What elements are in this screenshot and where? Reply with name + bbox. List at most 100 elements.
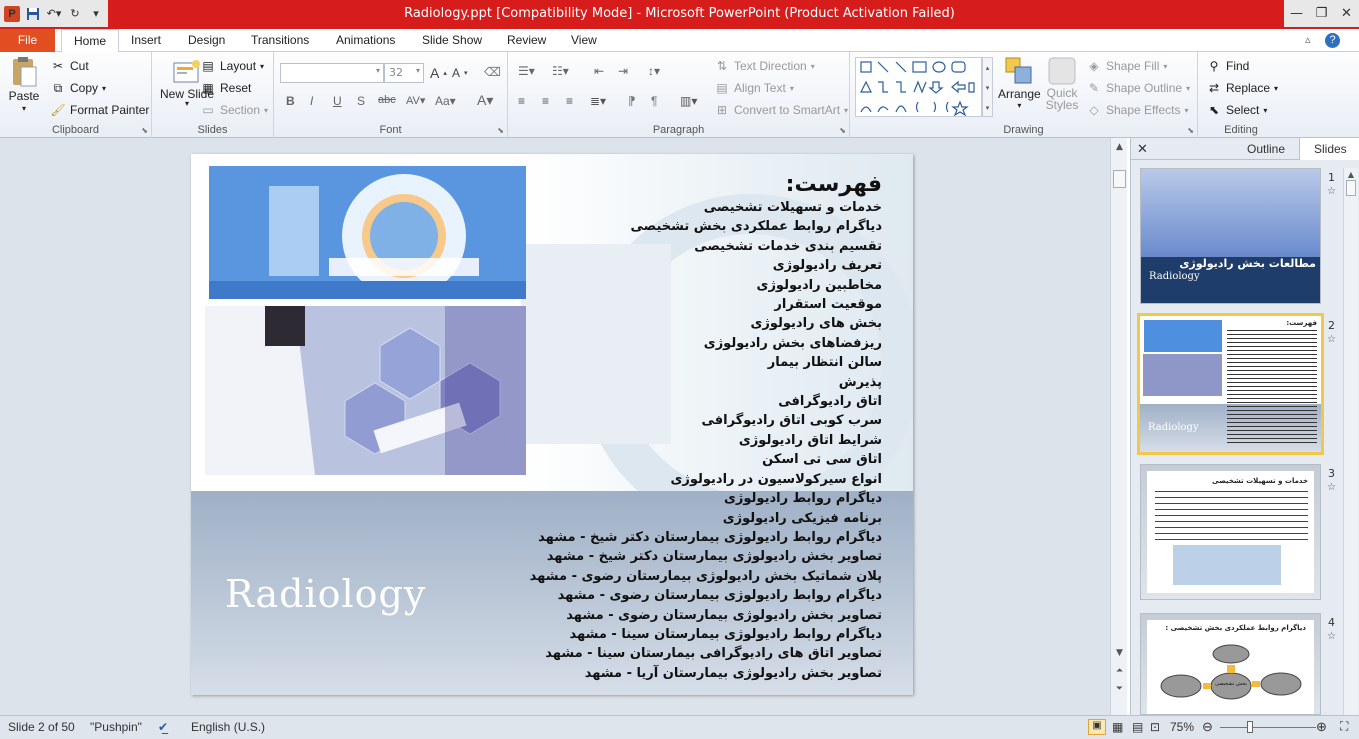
tab-transitions[interactable]: Transitions: [251, 29, 309, 52]
cut-button[interactable]: ✂ Cut: [50, 58, 89, 74]
align-right-icon[interactable]: ≡: [566, 94, 573, 108]
columns-icon[interactable]: ▥▾: [680, 94, 697, 108]
font-launcher-icon[interactable]: ⬊: [497, 126, 504, 135]
slide-show-icon[interactable]: ⊡: [1150, 720, 1160, 734]
help-icon[interactable]: ?: [1325, 33, 1340, 48]
drawing-launcher-icon[interactable]: ⬊: [1187, 126, 1194, 135]
convert-smartart-button[interactable]: ⊞ Convert to SmartArt ▾: [714, 102, 848, 118]
change-case-icon[interactable]: Aa▾: [435, 94, 456, 108]
shrink-font-icon[interactable]: A ▾: [452, 66, 468, 80]
replace-button[interactable]: ⇄ Replace ▾: [1206, 80, 1278, 96]
previous-slide-icon[interactable]: ⏶: [1111, 666, 1128, 680]
text-shadow-icon[interactable]: S: [357, 94, 365, 108]
underline-icon[interactable]: U: [333, 94, 342, 108]
find-button[interactable]: ⚲ Find: [1206, 58, 1250, 74]
tab-home[interactable]: Home: [61, 29, 120, 53]
language-indicator[interactable]: English (U.S.): [191, 720, 265, 734]
panel-scroll-thumb[interactable]: [1346, 180, 1356, 196]
reset-button[interactable]: ▦ Reset: [200, 80, 251, 96]
numbering-icon[interactable]: ☷▾: [552, 64, 569, 78]
panel-scrollbar[interactable]: ▲: [1343, 168, 1358, 715]
align-text-button[interactable]: ▤ Align Text ▾: [714, 80, 794, 96]
rtl-direction-icon[interactable]: ¶: [651, 94, 657, 108]
tab-outline[interactable]: Outline: [1247, 142, 1285, 156]
ltr-direction-icon[interactable]: ⁋: [628, 94, 636, 108]
tab-animations[interactable]: Animations: [336, 29, 395, 52]
slide-text-box[interactable]: فهرست: خدمات و تسهیلات تشخیصی دیاگرام روا…: [362, 172, 882, 683]
fit-slide-icon[interactable]: ⛶: [1340, 719, 1348, 734]
align-center-icon[interactable]: ≡: [542, 94, 549, 108]
paragraph-launcher-icon[interactable]: ⬊: [839, 126, 846, 135]
slide-thumbnail-2[interactable]: فهرست: Radiology: [1137, 313, 1324, 455]
scroll-up-icon[interactable]: ▲: [1111, 142, 1128, 156]
slide-thumbnail-1[interactable]: مطالعات بخش رادیولوژی Radiology: [1140, 168, 1321, 304]
shapes-gallery[interactable]: [855, 57, 982, 117]
normal-view-icon[interactable]: ▣: [1088, 719, 1106, 735]
strikethrough-icon[interactable]: abc: [378, 94, 396, 106]
font-name-dropdown-icon[interactable]: ▾: [376, 66, 380, 75]
font-name-combobox[interactable]: ▾: [280, 63, 384, 83]
shape-fill-button[interactable]: ◈ Shape Fill ▾: [1086, 58, 1167, 74]
slide-vertical-scrollbar[interactable]: ▲ ▼ ⏶ ⏷: [1110, 138, 1127, 715]
format-painter-button[interactable]: 🖌 Format Painter: [50, 102, 149, 118]
zoom-slider-thumb[interactable]: [1247, 721, 1253, 733]
paste-button[interactable]: Paste ▾: [8, 56, 40, 113]
decrease-indent-icon[interactable]: ⇤: [594, 64, 604, 78]
align-text-icon: ▤: [716, 81, 728, 95]
close-icon[interactable]: ✕: [1334, 0, 1359, 27]
character-spacing-icon[interactable]: AV▾: [406, 94, 425, 107]
zoom-in-icon[interactable]: ⊕: [1316, 719, 1327, 735]
zoom-out-icon[interactable]: ⊖: [1202, 719, 1213, 735]
tab-file[interactable]: File: [0, 29, 55, 52]
quick-styles-button[interactable]: Quick Styles: [1044, 55, 1080, 111]
slide-sorter-icon[interactable]: ▦: [1112, 720, 1123, 734]
italic-icon[interactable]: I: [310, 94, 313, 108]
restore-icon[interactable]: ❐: [1309, 0, 1334, 27]
line-spacing-icon[interactable]: ↕▾: [648, 64, 660, 78]
tab-insert[interactable]: Insert: [131, 29, 161, 52]
justify-icon[interactable]: ≣▾: [590, 94, 606, 108]
tab-design[interactable]: Design: [188, 29, 225, 52]
minimize-icon[interactable]: —: [1284, 0, 1309, 27]
bold-icon[interactable]: B: [286, 94, 295, 108]
font-color-icon[interactable]: A▾: [477, 92, 493, 109]
layout-button[interactable]: ▤ Layout ▾: [200, 58, 264, 74]
shape-effects-button[interactable]: ◇ Shape Effects ▾: [1086, 102, 1188, 118]
slide-thumbnail-4[interactable]: دیاگرام روابط عملکردی بخش تشخیصی : بخش ت…: [1140, 613, 1321, 715]
font-size-combobox[interactable]: 32 ▾: [384, 63, 424, 83]
tab-review[interactable]: Review: [507, 29, 546, 52]
increase-indent-icon[interactable]: ⇥: [618, 64, 628, 78]
close-panel-icon[interactable]: ✕: [1137, 141, 1148, 157]
tab-slides[interactable]: Slides: [1299, 138, 1359, 160]
thumb-number-2: 2: [1328, 319, 1335, 332]
next-slide-icon[interactable]: ⏷: [1111, 684, 1128, 698]
clipboard-launcher-icon[interactable]: ⬊: [141, 126, 148, 135]
text-direction-button[interactable]: ⇅ Text Direction ▾: [714, 58, 815, 74]
section-button[interactable]: ▭ Section ▾: [200, 102, 268, 118]
spell-check-icon[interactable]: ✔̲: [158, 720, 168, 734]
reset-label: Reset: [220, 81, 252, 95]
font-size-dropdown-icon[interactable]: ▾: [416, 66, 420, 75]
bullets-icon[interactable]: ☰▾: [518, 64, 535, 78]
zoom-level[interactable]: 75%: [1170, 720, 1194, 734]
arrange-button[interactable]: Arrange ▾: [998, 55, 1041, 110]
clear-formatting-icon[interactable]: ⌫: [484, 65, 501, 79]
zoom-slider-track[interactable]: [1220, 727, 1316, 728]
current-slide[interactable]: Radiology فهرست: خدمات و تسهیلات تشخیصی د…: [191, 154, 913, 695]
shape-outline-button[interactable]: ✎ Shape Outline ▾: [1086, 80, 1190, 96]
grow-font-icon[interactable]: A ▴: [430, 65, 447, 81]
slide-thumbnail-3[interactable]: خدمات و تسهیلات تشخیصی: [1140, 464, 1321, 600]
align-left-icon[interactable]: ≡: [518, 94, 525, 108]
panel-scroll-up-icon[interactable]: ▲: [1344, 170, 1358, 179]
scroll-down-icon[interactable]: ▼: [1111, 648, 1128, 662]
minimize-ribbon-icon[interactable]: ▵: [1305, 29, 1311, 52]
scrollbar-thumb[interactable]: [1113, 170, 1126, 188]
reading-view-icon[interactable]: ▤: [1132, 720, 1143, 734]
tab-slide-show[interactable]: Slide Show: [422, 29, 482, 52]
theme-name[interactable]: "Pushpin": [90, 720, 142, 734]
shapes-gallery-scroll[interactable]: ▴ ▾ ▾: [982, 57, 993, 117]
select-button[interactable]: ⬉ Select ▾: [1206, 102, 1267, 118]
thumb4-center-label: بخش تشخیصی: [1215, 681, 1247, 687]
copy-button[interactable]: ⧉ Copy ▾: [50, 80, 106, 96]
tab-view[interactable]: View: [571, 29, 597, 52]
